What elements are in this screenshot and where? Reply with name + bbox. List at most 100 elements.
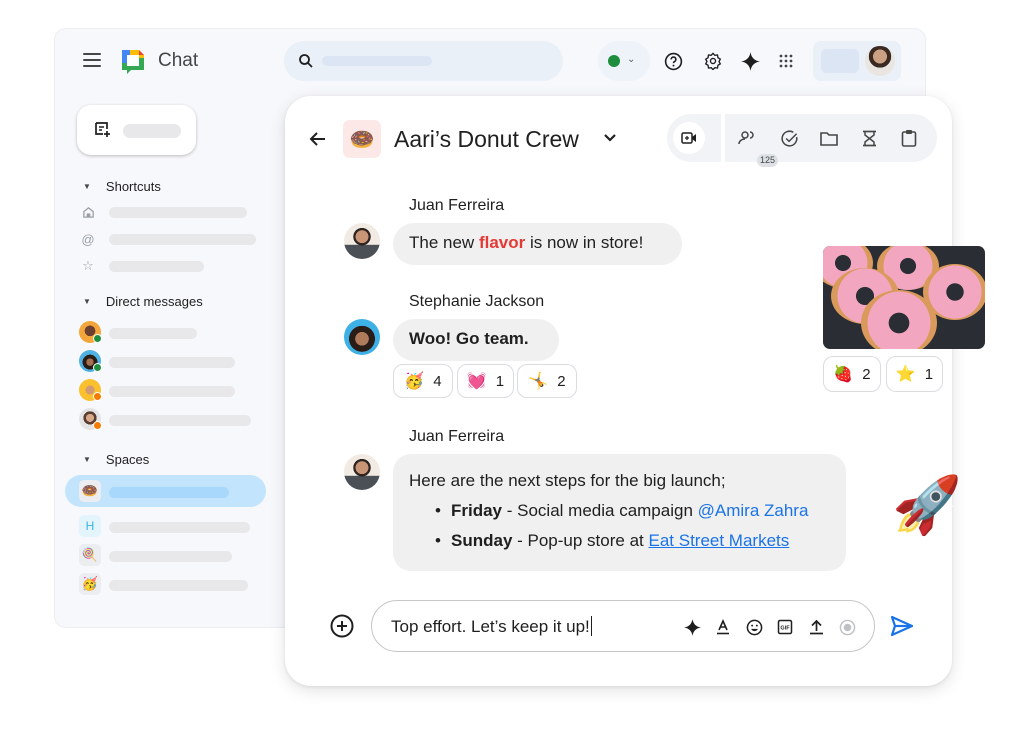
- image-reaction-chip[interactable]: 🍓 2: [823, 356, 881, 392]
- shortcut-home[interactable]: [79, 199, 269, 225]
- search-placeholder: [322, 56, 432, 66]
- message-text: Woo! Go team.: [409, 329, 529, 348]
- sparkle-icon[interactable]: [740, 51, 760, 71]
- account-avatar[interactable]: [865, 46, 895, 76]
- donut-shape: [861, 290, 937, 349]
- section-direct-messages[interactable]: ▼ Direct messages: [83, 294, 203, 309]
- space-avatar: 🍭: [79, 544, 101, 566]
- section-label: Direct messages: [105, 294, 203, 309]
- reaction-count: 1: [924, 365, 934, 383]
- user-mention[interactable]: @Amira Zahra: [698, 501, 809, 520]
- dm-item[interactable]: [79, 349, 269, 375]
- members-icon[interactable]: 125: [737, 128, 779, 167]
- clipboard-icon[interactable]: [899, 128, 919, 148]
- donut-photo-attachment[interactable]: [823, 246, 985, 349]
- shortcut-label-placeholder: [109, 234, 256, 245]
- space-item[interactable]: H: [79, 514, 269, 540]
- presence-online-badge: [93, 334, 102, 343]
- space-avatar: 🍩: [343, 120, 381, 158]
- star-emoji: ⭐: [895, 366, 916, 383]
- upload-icon[interactable]: [806, 617, 826, 637]
- message-input[interactable]: Top effort. Let’s keep it up! GIF: [371, 600, 875, 652]
- section-spaces[interactable]: ▼ Spaces: [83, 452, 149, 467]
- bullet-text: - Social media campaign: [502, 501, 698, 520]
- avatar-stephanie-jackson[interactable]: [344, 319, 380, 355]
- dm-item[interactable]: [79, 320, 269, 346]
- back-arrow-icon[interactable]: [307, 128, 329, 150]
- tasks-icon[interactable]: [779, 128, 799, 148]
- gear-icon[interactable]: [703, 51, 723, 71]
- message-sender: Stephanie Jackson: [409, 293, 545, 310]
- space-avatar-letter: H: [79, 515, 101, 537]
- member-count-badge: 125: [757, 154, 779, 167]
- dm-name-placeholder: [109, 328, 197, 339]
- space-item-donut-crew[interactable]: 🍩: [79, 479, 269, 505]
- call-button-group: [667, 114, 721, 162]
- new-chat-button[interactable]: [77, 105, 196, 155]
- apps-grid-icon[interactable]: [776, 51, 796, 71]
- hamburger-menu-icon[interactable]: [83, 53, 101, 67]
- presence-away-badge: [93, 421, 102, 430]
- message-bubble: The new flavor is now in store!: [393, 223, 682, 265]
- video-call-icon[interactable]: [673, 122, 705, 154]
- reaction-count: 2: [557, 372, 566, 390]
- message-sender: Juan Ferreira: [409, 428, 505, 445]
- search-input[interactable]: [284, 41, 563, 81]
- partying-face-emoji: 🥳: [404, 373, 425, 390]
- avatar-juan-ferreira[interactable]: [344, 223, 380, 259]
- chevron-down-icon[interactable]: [601, 129, 619, 147]
- app-title: Chat: [158, 50, 199, 71]
- message-text: Here are the next steps for the big laun…: [409, 471, 726, 490]
- reaction-count: 4: [433, 372, 442, 390]
- account-name-placeholder: [821, 49, 859, 73]
- message-input-value: Top effort. Let’s keep it up!: [391, 616, 593, 637]
- star-icon: ☆: [82, 258, 94, 273]
- chevron-down-icon: ⌄: [627, 54, 636, 65]
- record-video-icon[interactable]: [837, 617, 857, 637]
- space-title[interactable]: Aari’s Donut Crew: [394, 126, 579, 153]
- reaction-chip[interactable]: 🤸 2: [517, 364, 577, 398]
- new-chat-label-placeholder: [123, 124, 181, 138]
- space-name-placeholder: [109, 551, 232, 562]
- search-icon: [299, 54, 313, 68]
- bullet-item: • Friday - Social media campaign @Amira Z…: [435, 501, 809, 520]
- reaction-chip[interactable]: 🥳 4: [393, 364, 453, 398]
- location-link[interactable]: Eat Street Markets: [648, 531, 789, 550]
- message-text: is now in store!: [525, 233, 644, 252]
- account-switcher[interactable]: [813, 41, 901, 81]
- shortcut-starred[interactable]: ☆: [79, 253, 269, 279]
- caret-down-icon: ▼: [83, 297, 91, 306]
- top-bar: Chat ⌄: [55, 29, 925, 93]
- status-dropdown[interactable]: ⌄: [598, 41, 650, 81]
- shortcut-mentions[interactable]: @: [79, 226, 269, 252]
- mentions-icon: @: [81, 231, 95, 247]
- space-item[interactable]: 🍭: [79, 543, 269, 569]
- highlighted-word: flavor: [478, 233, 526, 252]
- bullet-day: Friday: [451, 501, 503, 520]
- bullet-text: - Pop-up store at: [512, 531, 649, 550]
- workflow-icon[interactable]: [859, 128, 879, 148]
- gemini-sparkle-icon[interactable]: [682, 617, 702, 637]
- section-shortcuts[interactable]: ▼ Shortcuts: [83, 179, 161, 194]
- dm-item[interactable]: [79, 407, 269, 433]
- send-icon[interactable]: [889, 613, 915, 639]
- reaction-count: 1: [495, 372, 505, 390]
- avatar-juan-ferreira[interactable]: [344, 454, 380, 490]
- space-item[interactable]: 🥳: [79, 572, 269, 598]
- gif-icon[interactable]: GIF: [775, 617, 795, 637]
- bullet-item: • Sunday - Pop-up store at Eat Street Mar…: [435, 531, 790, 550]
- format-text-icon[interactable]: [713, 617, 733, 637]
- emoji-icon[interactable]: [744, 617, 764, 637]
- caret-down-icon: ▼: [83, 455, 91, 464]
- image-reaction-chip[interactable]: ⭐ 1: [886, 356, 943, 392]
- message-text: The new: [409, 233, 479, 252]
- dm-name-placeholder: [109, 415, 251, 426]
- reaction-chip[interactable]: 💓 1: [457, 364, 514, 398]
- space-name-placeholder: [109, 487, 229, 498]
- files-icon[interactable]: [819, 128, 839, 148]
- cartwheel-emoji: 🤸: [528, 373, 549, 390]
- help-icon[interactable]: [663, 51, 683, 71]
- add-attachment-icon[interactable]: [329, 613, 355, 639]
- dm-item[interactable]: [79, 378, 269, 404]
- shortcut-label-placeholder: [109, 261, 204, 272]
